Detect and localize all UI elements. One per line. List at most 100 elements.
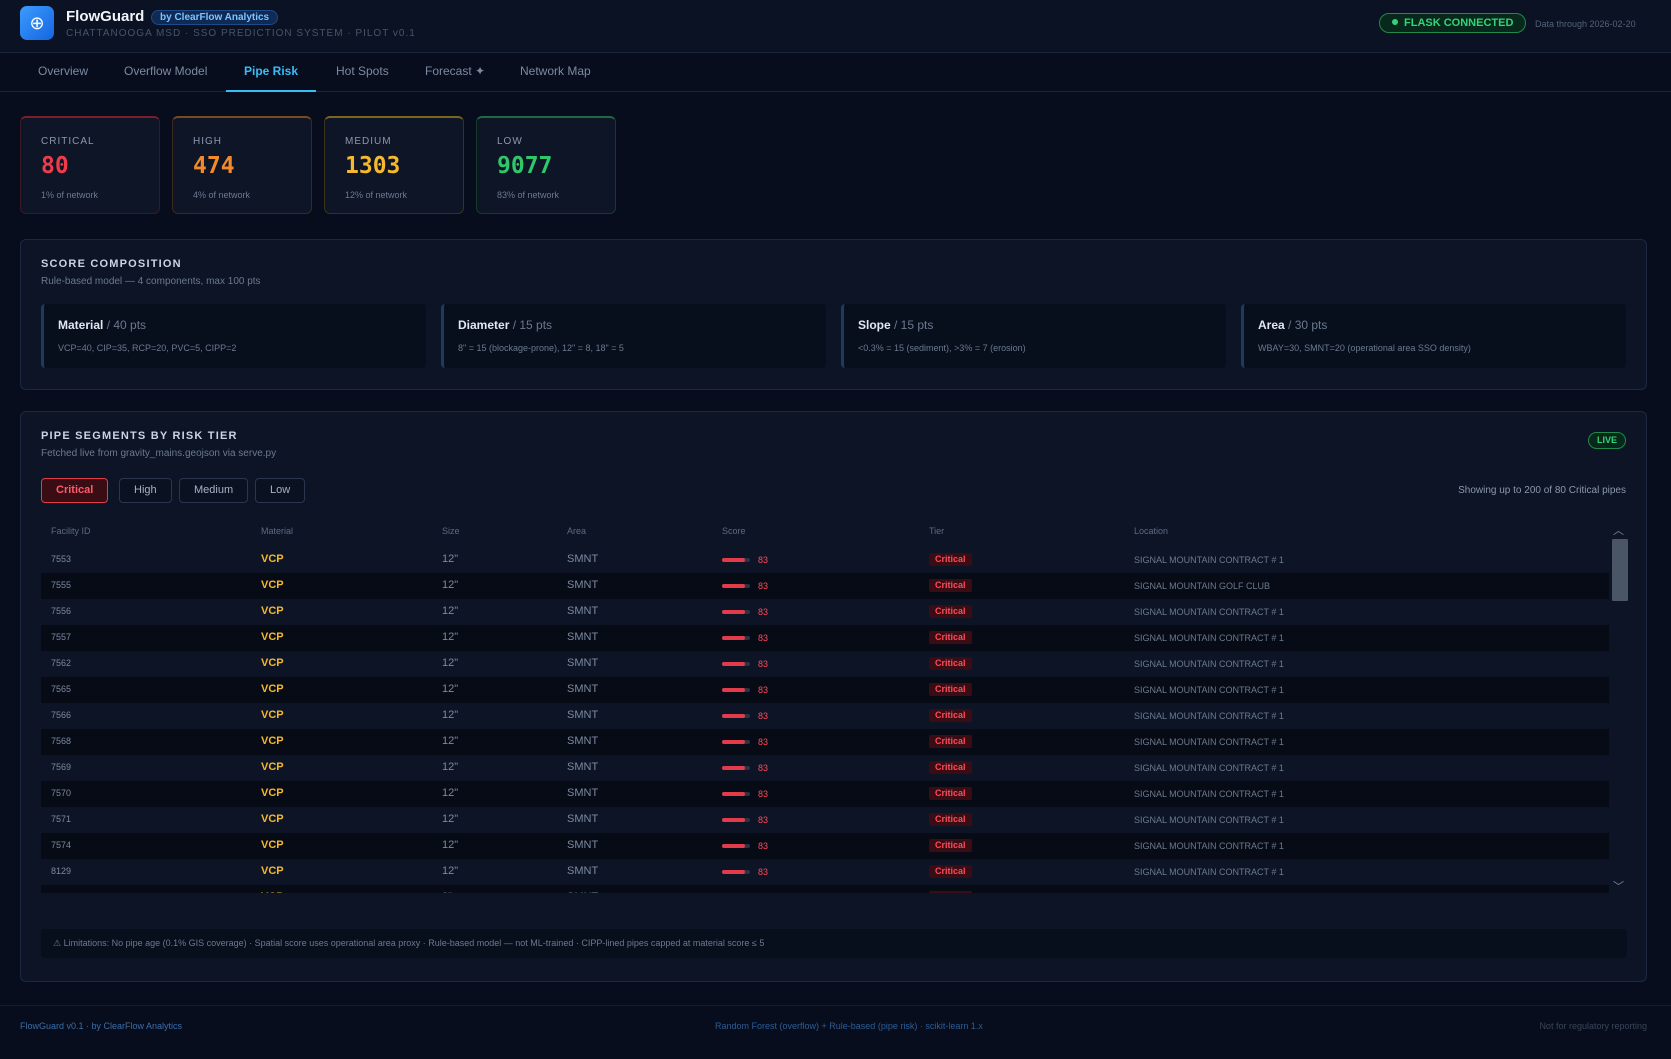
table-scrollbar[interactable]: ︿ ﹀ (1611, 522, 1629, 894)
table-row[interactable]: 7571 VCP 12" SMNT 83 Critical SIGNAL MOUNTAIN … (41, 807, 1609, 833)
area: SMNT (567, 553, 599, 565)
tab-network-map[interactable]: Network Map (502, 53, 609, 92)
table-row[interactable]: 7553 VCP 12" SMNT 83 Critical SIGNAL MOUNTAIN … (41, 547, 1609, 573)
stat-label: MEDIUM (345, 136, 392, 147)
component-name: Slope (858, 318, 891, 332)
tab-hot-spots[interactable]: Hot Spots (318, 53, 407, 92)
material: VCP (261, 865, 284, 877)
material: VCP (261, 891, 284, 893)
size: 12" (442, 605, 459, 617)
table-row[interactable]: 7555 VCP 12" SMNT 83 Critical SIGNAL MOUNTAIN … (41, 573, 1609, 599)
table-row[interactable]: 7570 VCP 12" SMNT 83 Critical SIGNAL MOUNTAIN … (41, 781, 1609, 807)
location: SIGNAL MOUNTAIN CONTRACT # 1 (1134, 633, 1284, 643)
tab-pipe-risk[interactable]: Pipe Risk (226, 53, 317, 92)
table-row[interactable]: 7566 VCP 12" SMNT 83 Critical SIGNAL MOUNTAIN … (41, 703, 1609, 729)
material: VCP (261, 631, 284, 643)
location: SIGNAL MOUNTAIN CONTRACT # 1 (1134, 763, 1284, 773)
data-through-label: Data through 2026-02-20 (1535, 19, 1636, 29)
component-name: Diameter (458, 318, 510, 332)
brand-badge: by ClearFlow Analytics (151, 10, 279, 25)
area: SMNT (567, 787, 599, 799)
score-bar (722, 844, 750, 848)
col-score[interactable]: Score (722, 526, 746, 536)
panel-subtitle: Rule-based model — 4 components, max 100… (41, 276, 261, 287)
size: 12" (442, 735, 459, 747)
component-diameter: Diameter / 15 pts 8" = 15 (blockage-pron… (441, 304, 826, 368)
scrollbar-thumb[interactable] (1612, 539, 1628, 601)
result-count: Showing up to 200 of 80 Critical pipes (1458, 485, 1626, 496)
stat-percent: 1% of network (41, 190, 99, 200)
size: 12" (442, 683, 459, 695)
filter-low-button[interactable]: Low (255, 478, 306, 503)
facility-id: 7498 (51, 892, 71, 893)
stat-value: 1303 (345, 153, 401, 179)
location: SIGNAL MOUNTAIN CONTRACT # 1 (1134, 867, 1284, 877)
score-value: 83 (758, 711, 769, 721)
col-facility-id[interactable]: Facility ID (51, 526, 91, 536)
material: VCP (261, 709, 284, 721)
col-material[interactable]: Material (261, 526, 293, 536)
score-value: 83 (758, 841, 769, 851)
location: SIGNAL MOUNTAIN GOLF CLUB (1134, 581, 1271, 591)
pipe-table-body[interactable]: 7553 VCP 12" SMNT 83 Critical SIGNAL MOUNTAIN … (41, 547, 1609, 893)
score-value: 83 (758, 555, 769, 565)
facility-id: 7562 (51, 658, 72, 668)
material: VCP (261, 683, 284, 695)
stat-percent: 12% of network (345, 190, 408, 200)
scroll-down-icon[interactable]: ﹀ (1613, 878, 1624, 894)
table-row[interactable]: 7569 VCP 12" SMNT 83 Critical SIGNAL MOUNTAIN … (41, 755, 1609, 781)
area: SMNT (567, 865, 599, 877)
filter-high-button[interactable]: High (119, 478, 172, 503)
facility-id: 8129 (51, 866, 72, 876)
col-location[interactable]: Location (1134, 526, 1168, 536)
stat-label: LOW (497, 136, 523, 147)
score-bar (722, 870, 750, 874)
table-row[interactable]: 7556 VCP 12" SMNT 83 Critical SIGNAL MOUNTAIN … (41, 599, 1609, 625)
table-row[interactable]: 7568 VCP 12" SMNT 83 Critical SIGNAL MOUNTAIN … (41, 729, 1609, 755)
area: SMNT (567, 683, 599, 695)
facility-id: 7565 (51, 684, 72, 694)
filter-medium-button[interactable]: Medium (179, 478, 249, 503)
tab-overflow-model[interactable]: Overflow Model (106, 53, 225, 92)
table-row[interactable]: 8129 VCP 12" SMNT 83 Critical SIGNAL MOUNTAIN … (41, 859, 1609, 885)
score-value: 83 (758, 763, 769, 773)
main-tabs: Overview Overflow Model Pipe Risk Hot Sp… (0, 53, 1671, 92)
size: 12" (442, 761, 459, 773)
material: VCP (261, 579, 284, 591)
size: 12" (442, 709, 459, 721)
location: SIGNAL MOUNTAIN CONTRACT # 1 (1134, 555, 1284, 565)
score-value: 83 (758, 867, 769, 877)
material: VCP (261, 813, 284, 825)
tier-badge: Critical (929, 761, 972, 774)
size: 12" (442, 657, 459, 669)
area: SMNT (567, 839, 599, 851)
table-row[interactable]: 7498VCP8"SMNT85CriticalSIGNAL MOUNTAIN C… (41, 885, 1609, 893)
tab-overview[interactable]: Overview (20, 53, 106, 92)
score-bar (722, 662, 750, 666)
score-bar (722, 714, 750, 718)
score-bar-fill (722, 714, 746, 718)
score-bar (722, 740, 750, 744)
table-row[interactable]: 7565 VCP 12" SMNT 83 Critical SIGNAL MOUNTAIN … (41, 677, 1609, 703)
stat-percent: 4% of network (193, 190, 251, 200)
component-name: Area (1258, 318, 1285, 332)
score-value: 83 (758, 633, 769, 643)
col-tier[interactable]: Tier (929, 526, 944, 536)
score-bar (722, 766, 750, 770)
tab-forecast[interactable]: Forecast ✦ (407, 53, 503, 92)
col-area[interactable]: Area (567, 526, 586, 536)
table-row[interactable]: 7574 VCP 12" SMNT 83 Critical SIGNAL MOUNTAIN … (41, 833, 1609, 859)
size: 12" (442, 787, 459, 799)
stat-card-high: HIGH 474 4% of network (172, 116, 312, 214)
connection-status-badge: FLASK CONNECTED (1379, 13, 1527, 33)
filter-critical-button[interactable]: Critical (41, 478, 109, 503)
location: SIGNAL MOUNTAIN CONTRACT # 1 (1134, 711, 1284, 721)
area: SMNT (567, 891, 598, 893)
table-row[interactable]: 7562 VCP 12" SMNT 83 Critical SIGNAL MOUNTAIN … (41, 651, 1609, 677)
col-size[interactable]: Size (442, 526, 460, 536)
stat-value: 9077 (497, 153, 553, 179)
scroll-up-icon[interactable]: ︿ (1613, 522, 1624, 538)
component-material: Material / 40 pts VCP=40, CIP=35, RCP=20… (41, 304, 426, 368)
component-pts: / 40 pts (106, 318, 147, 332)
table-row[interactable]: 7557 VCP 12" SMNT 83 Critical SIGNAL MOUNTAIN … (41, 625, 1609, 651)
